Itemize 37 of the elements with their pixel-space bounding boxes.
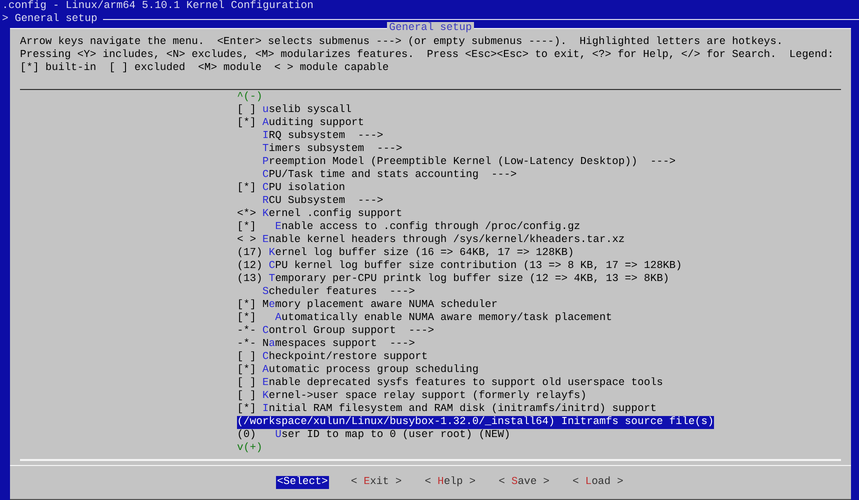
scroll-down-indicator: v(+) xyxy=(237,442,262,455)
dialog-button[interactable]: < Help > xyxy=(424,476,477,489)
menu-item[interactable]: [ ] Checkpoint/restore support xyxy=(237,351,428,364)
breadcrumb: > General setup xyxy=(1,13,98,26)
menu-item[interactable]: [*] Auditing support xyxy=(237,117,364,130)
menu-item[interactable]: [ ] Kernel->user space relay support (formerly relayfs) xyxy=(237,390,587,403)
menu-item[interactable]: -*- Control Group support ---> xyxy=(237,325,434,338)
menu-item[interactable]: (0) User ID to map to 0 (user root) (NEW) xyxy=(237,429,510,442)
menu-item[interactable]: [*] Initial RAM filesystem and RAM disk (initramfs/initrd) support xyxy=(237,403,657,416)
menu-item[interactable]: [*] Automatically enable NUMA aware memory/task placement xyxy=(237,312,612,325)
menu-item[interactable]: RCU Subsystem ---> xyxy=(237,195,384,208)
menu-item[interactable]: [*] CPU isolation xyxy=(237,182,346,195)
menu-item[interactable]: CPU/Task time and stats accounting ---> xyxy=(237,169,517,182)
menu-item[interactable]: [*] Automatic process group scheduling xyxy=(237,364,479,377)
dialog-button[interactable]: < Load > xyxy=(572,476,624,489)
menu-item[interactable]: [*] Enable access to .config through /proc/config.gz xyxy=(237,221,580,234)
menu-item[interactable]: (13) Temporary per-CPU printk log buffer size (12 => 4KB, 13 => 8KB) xyxy=(237,273,670,286)
menu-item[interactable]: [ ] Enable deprecated sysfs features to support old userspace tools xyxy=(237,377,663,390)
menu-item[interactable]: (12) CPU kernel log buffer size contribution (13 => 8 KB, 17 => 128KB) xyxy=(237,260,682,273)
dialog-button[interactable]: < Exit > xyxy=(350,476,403,489)
menu-item[interactable]: Preemption Model (Preemptible Kernel (Low-Latency Desktop)) ---> xyxy=(237,156,676,169)
dialog-title: General setup xyxy=(387,22,474,35)
menu-item[interactable]: (17) Kernel log buffer size (16 => 64KB, 17 => 128KB) xyxy=(237,247,574,260)
window-title: .config - Linux/arm64 5.10.1 Kernel Configuration xyxy=(1,0,315,13)
menu-item[interactable]: Scheduler features ---> xyxy=(237,286,415,299)
menu-item[interactable]: [*] Memory placement aware NUMA scheduler xyxy=(237,299,498,312)
menu-item[interactable]: Timers subsystem ---> xyxy=(237,143,402,156)
menu-item[interactable]: [ ] uselib syscall xyxy=(237,104,352,117)
menu-item[interactable]: IRQ subsystem ---> xyxy=(237,130,384,143)
dialog-button[interactable]: <Select> xyxy=(276,476,329,489)
help-text: Arrow keys navigate the menu. <Enter> selects submenus ---> (or empty submenus ----). Highlighted letters are hotkeys. Pressing <Y> includes, <N> excludes, <M> modularizes features. Press <Esc><Esc> to exit, <?> for Help, </> for Search. Legend: [*] built-in [ ] excluded <M> module < > module capable xyxy=(19,36,835,75)
scroll-up-indicator: ^(-) xyxy=(237,91,262,104)
menu-item[interactable]: < > Enable kernel headers through /sys/kernel/kheaders.tar.xz xyxy=(237,234,625,247)
dialog-button[interactable]: < Save > xyxy=(498,476,550,489)
menu-item[interactable]: -*- Namespaces support ---> xyxy=(237,338,416,351)
menu-item[interactable]: (/workspace/xulun/Linux/busybox-1.32.0/_install64) Initramfs source file(s) xyxy=(237,416,714,429)
menu-item[interactable]: <*> Kernel .config support xyxy=(237,208,402,221)
